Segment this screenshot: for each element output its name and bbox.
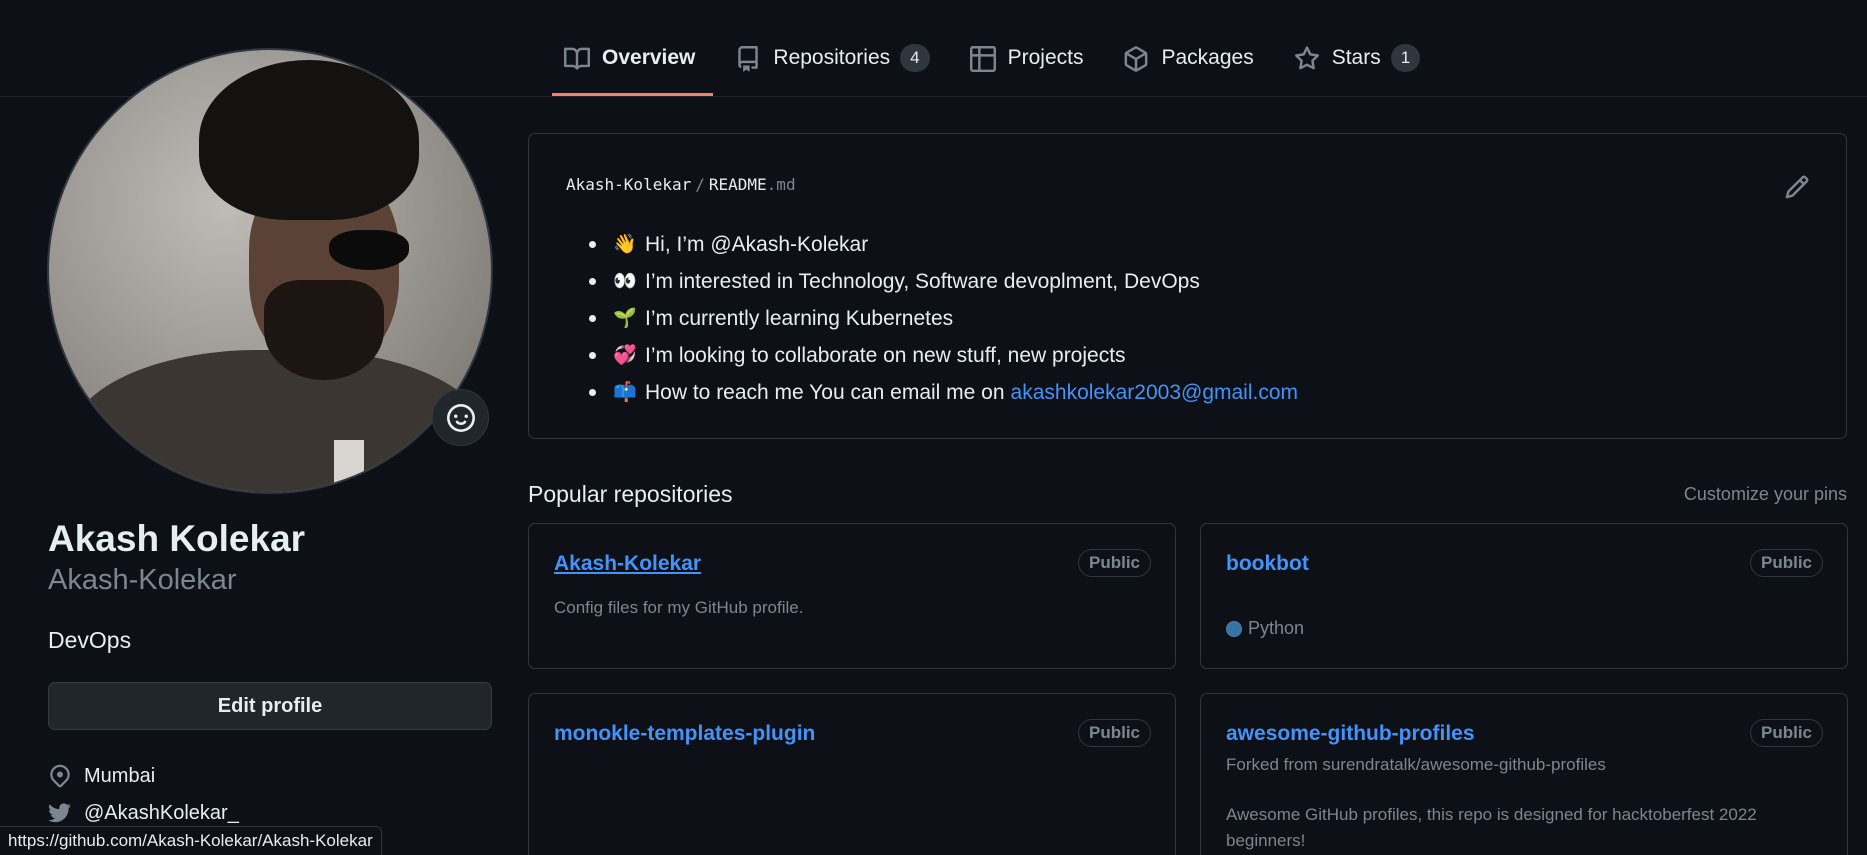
readme-owner[interactable]: Akash-Kolekar xyxy=(566,175,691,194)
visibility-badge: Public xyxy=(1077,719,1151,747)
profile-login: Akash-Kolekar xyxy=(48,564,237,596)
seedling-icon: 🌱 xyxy=(613,308,637,329)
list-item-text: I’m looking to collaborate on new stuff,… xyxy=(645,344,1126,367)
link-preview-statusbar: https://github.com/Akash-Kolekar/Akash-K… xyxy=(0,826,382,855)
mailbox-icon: 📫 xyxy=(613,382,637,403)
location-icon xyxy=(48,764,72,788)
list-item: 👀 I’m interested in Technology, Software … xyxy=(589,263,1298,300)
popular-repos-title: Popular repositories xyxy=(528,481,733,507)
list-item-text: Hi, I’m @Akash-Kolekar xyxy=(645,233,869,256)
stars-count-badge: 1 xyxy=(1390,44,1421,72)
list-item: 👋 Hi, I’m @Akash-Kolekar xyxy=(589,226,1298,263)
twitter-handle: @AkashKolekar_ xyxy=(84,801,239,824)
waving-hand-icon: 👋 xyxy=(613,234,637,255)
tab-stars[interactable]: Stars 1 xyxy=(1282,36,1438,96)
tab-packages[interactable]: Packages xyxy=(1111,36,1271,96)
location-text: Mumbai xyxy=(84,764,156,787)
repo-name-link[interactable]: Akash-Kolekar xyxy=(554,552,701,576)
profile-name: Akash Kolekar xyxy=(48,518,306,559)
star-icon xyxy=(1294,46,1320,72)
profile-twitter[interactable]: @AkashKolekar_ xyxy=(48,801,239,825)
package-icon xyxy=(1123,46,1149,72)
repo-name-link[interactable]: monokle-templates-plugin xyxy=(554,722,815,746)
repo-name-link[interactable]: bookbot xyxy=(1226,552,1309,576)
tab-overview[interactable]: Overview xyxy=(552,36,714,96)
readme-file-ext: .md xyxy=(766,175,796,194)
visibility-badge: Public xyxy=(1749,719,1823,747)
edit-profile-button[interactable]: Edit profile xyxy=(48,682,492,730)
set-status-button[interactable] xyxy=(432,389,489,446)
list-item-text: I’m currently learning Kubernetes xyxy=(645,307,954,330)
tab-label: Projects xyxy=(1007,46,1084,69)
smiley-icon xyxy=(446,403,475,432)
visibility-badge: Public xyxy=(1749,549,1823,577)
eyes-icon: 👀 xyxy=(613,271,637,292)
customize-pins-link[interactable]: Customize your pins xyxy=(1684,484,1847,505)
list-item-text: How to reach me You can email me on xyxy=(645,381,1005,404)
hearts-icon: 💞 xyxy=(613,345,637,366)
readme-file-base[interactable]: README xyxy=(709,175,767,194)
tab-projects[interactable]: Projects xyxy=(958,36,1102,96)
list-item: 💞 I’m looking to collaborate on new stuff… xyxy=(589,337,1298,374)
repo-card: Akash-Kolekar Public Config files for my… xyxy=(528,523,1176,669)
email-link[interactable]: akashkolekar2003@gmail.com xyxy=(1011,374,1298,411)
list-item-text: I’m interested in Technology, Software d… xyxy=(645,270,1200,293)
tab-label: Stars xyxy=(1331,46,1381,69)
repo-language: Python xyxy=(1226,618,1304,639)
readme-card: Akash-Kolekar / README.md 👋 Hi, I’m @Akash-… xyxy=(528,133,1847,439)
language-name: Python xyxy=(1248,618,1305,638)
repositories-count-badge: 4 xyxy=(900,44,930,72)
repo-card: awesome-github-profiles Public Forked fr… xyxy=(1200,693,1848,855)
edit-readme-pencil-icon[interactable] xyxy=(1784,174,1810,200)
tab-bar: Overview Repositories 4 Projects Package… xyxy=(552,36,1448,96)
profile-bio: DevOps xyxy=(48,627,132,653)
avatar-container xyxy=(47,48,493,494)
tab-label: Overview xyxy=(602,46,696,69)
tab-repositories[interactable]: Repositories 4 xyxy=(723,36,947,96)
forked-from-text[interactable]: Forked from surendratalk/awesome-github-… xyxy=(1226,752,1606,778)
repo-name-link[interactable]: awesome-github-profiles xyxy=(1226,722,1475,746)
visibility-badge: Public xyxy=(1077,549,1151,577)
list-item: 🌱 I’m currently learning Kubernetes xyxy=(589,300,1298,337)
profile-location: Mumbai xyxy=(48,764,155,788)
path-separator: / xyxy=(695,175,705,194)
book-icon xyxy=(564,46,591,72)
repo-card: bookbot Public Python xyxy=(1200,523,1848,669)
repo-card: monokle-templates-plugin Public xyxy=(528,693,1176,855)
repo-description: Awesome GitHub profiles, this repo is de… xyxy=(1226,805,1757,850)
twitter-icon xyxy=(48,801,72,825)
readme-path: Akash-Kolekar / README.md xyxy=(566,175,796,194)
avatar[interactable] xyxy=(47,48,493,494)
tab-label: Repositories xyxy=(773,46,891,69)
repo-icon xyxy=(735,46,761,72)
list-item: 📫 How to reach me You can email me on akas… xyxy=(589,374,1298,411)
readme-list: 👋 Hi, I’m @Akash-Kolekar 👀 I’m interested … xyxy=(589,226,1298,411)
language-color-dot xyxy=(1226,620,1242,637)
table-icon xyxy=(969,46,996,72)
repo-description: Config files for my GitHub profile. xyxy=(554,598,804,617)
tab-label: Packages xyxy=(1161,46,1254,69)
